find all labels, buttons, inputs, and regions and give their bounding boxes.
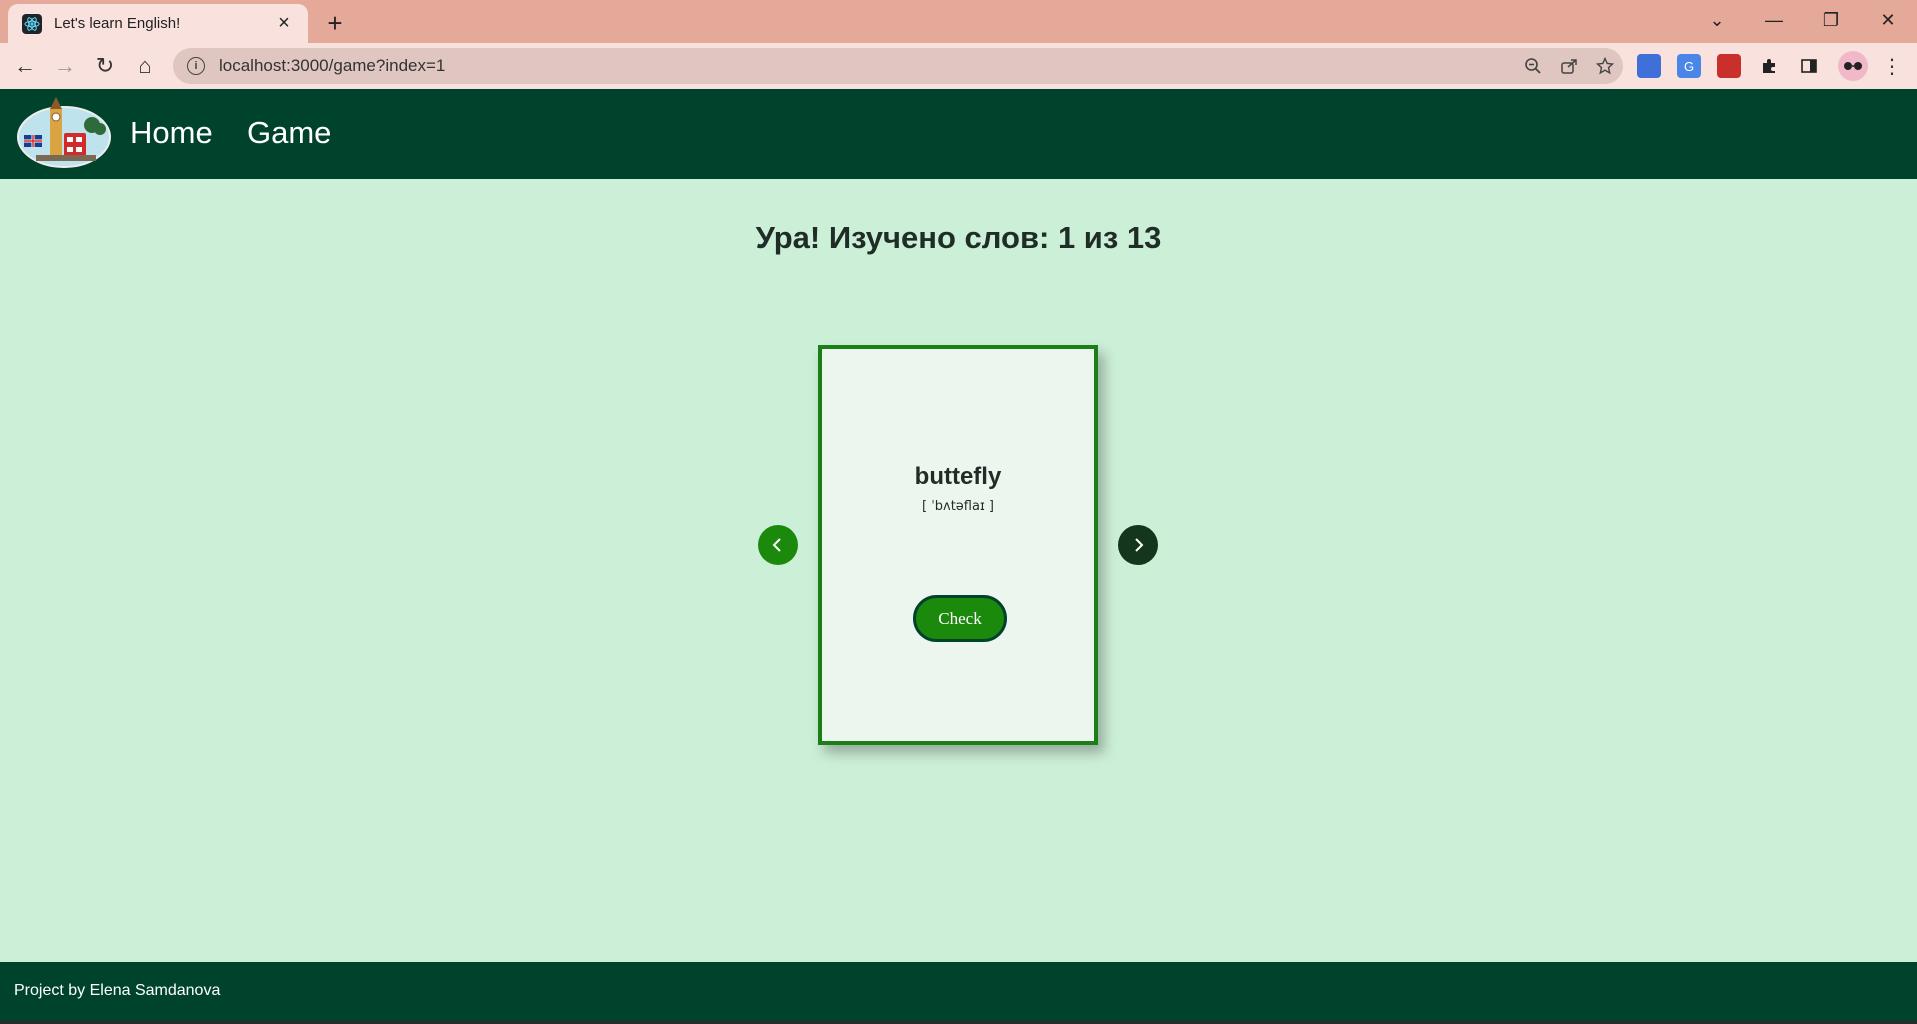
close-window-button[interactable]: ✕ (1860, 0, 1916, 40)
new-tab-button[interactable]: + (320, 8, 350, 38)
reload-button[interactable]: ↻ (88, 49, 122, 83)
url-text[interactable]: localhost:3000/game?index=1 (219, 56, 1515, 76)
side-panel-icon[interactable] (1797, 54, 1821, 78)
card-transcription: [ ˈbʌtəflaɪ ] (921, 499, 994, 514)
word-card: buttefly [ ˈbʌtəflaɪ ] Check (818, 345, 1098, 745)
browser-toolbar: ← → ↻ ⌂ i localhost:3000/game?index=1 G … (0, 43, 1917, 89)
next-card-button[interactable] (1118, 525, 1158, 565)
home-button[interactable]: ⌂ (128, 49, 162, 83)
share-icon[interactable] (1551, 48, 1587, 84)
london-logo-icon[interactable] (16, 95, 112, 171)
restore-button[interactable]: ❐ (1803, 0, 1859, 40)
avatar[interactable] (1838, 51, 1868, 81)
nav-home[interactable]: Home (130, 115, 213, 151)
check-button[interactable]: Check (913, 595, 1007, 642)
react-icon (22, 13, 42, 34)
zoom-out-icon[interactable] (1515, 48, 1551, 84)
menu-icon[interactable]: ⋮ (1875, 49, 1909, 83)
card-word: buttefly (914, 463, 1002, 490)
nav-game[interactable]: Game (247, 115, 331, 151)
browser-tab-bar: Let's learn English! × + ⌄ — ❐ ✕ (0, 0, 1917, 43)
minimize-button[interactable]: — (1746, 0, 1802, 40)
extension-icon[interactable] (1717, 54, 1741, 78)
back-button[interactable]: ← (8, 49, 42, 83)
forward-button[interactable]: → (48, 49, 82, 83)
star-icon[interactable] (1587, 48, 1623, 84)
address-bar[interactable]: i localhost:3000/game?index=1 (173, 48, 1623, 84)
prev-card-button[interactable] (758, 525, 798, 565)
tab-search-icon[interactable]: ⌄ (1689, 0, 1745, 40)
tab-title: Let's learn English! (54, 15, 181, 32)
chevron-left-icon (772, 538, 781, 552)
puzzle-icon[interactable] (1757, 54, 1781, 78)
footer: Project by Elena Samdanova (0, 962, 1917, 1021)
footer-text: Project by Elena Samdanova (14, 982, 221, 999)
progress-heading: Ура! Изучено слов: 1 из 13 (755, 220, 1162, 255)
extension-icon[interactable] (1637, 54, 1661, 78)
translate-icon[interactable]: G (1677, 54, 1701, 78)
close-tab-icon[interactable]: × (272, 12, 296, 36)
site-info-icon[interactable]: i (187, 57, 205, 75)
chevron-right-icon (1135, 538, 1144, 552)
app-header: Home Game (0, 89, 1917, 179)
browser-tab[interactable]: Let's learn English! × (8, 4, 308, 43)
